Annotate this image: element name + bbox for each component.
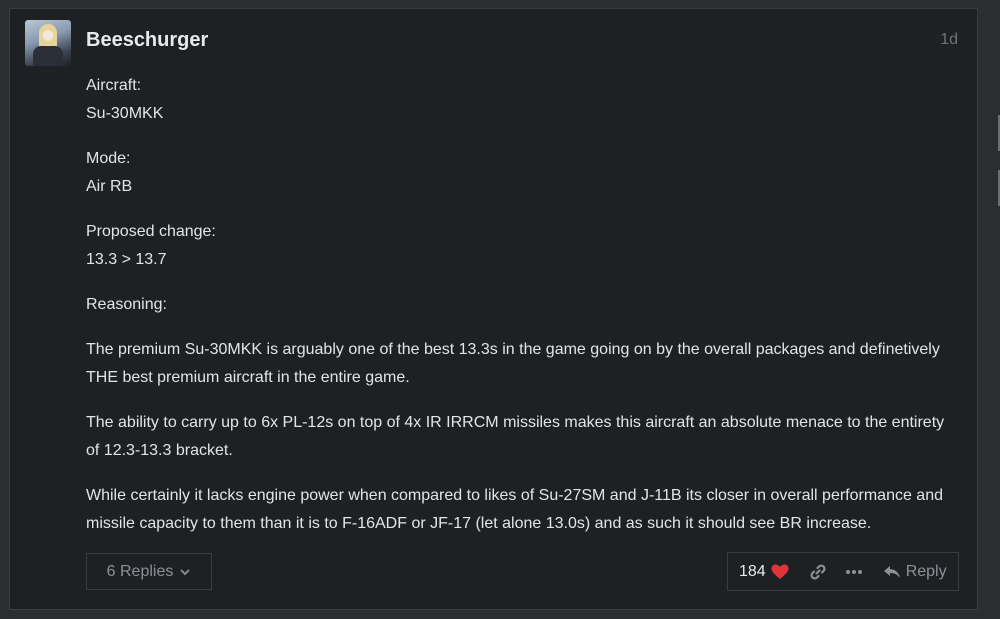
reply-arrow-icon (883, 565, 901, 579)
paragraph-aircraft: Aircraft: Su-30MKK (86, 77, 164, 122)
like-count[interactable]: 184 (739, 563, 766, 581)
forum-post: Beeschurger 1d Aircraft: Su-30MKK Mode: … (9, 8, 978, 610)
paragraph-mode: Mode: Air RB (86, 150, 133, 195)
link-icon[interactable] (809, 563, 827, 581)
replies-label: 6 Replies (106, 562, 174, 580)
paragraph-reasoning-heading: Reasoning: (86, 296, 167, 313)
username[interactable]: Beeschurger (86, 29, 208, 52)
reply-label: Reply (905, 562, 947, 580)
paragraph-reasoning-3: While certainly it lacks engine power wh… (86, 487, 943, 532)
paragraph-reasoning-2: The ability to carry up to 6x PL-12s on … (86, 414, 945, 459)
paragraph-reasoning-1: The premium Su-30MKK is arguably one of … (86, 341, 940, 386)
post-actions: 184 Reply (727, 552, 959, 591)
post-age[interactable]: 1d (940, 31, 958, 49)
chevron-down-icon (179, 566, 191, 578)
post-body: Aircraft: Su-30MKK Mode: Air RB Proposed… (86, 72, 956, 555)
avatar[interactable] (25, 20, 71, 66)
reply-button[interactable]: Reply (883, 563, 947, 581)
heart-icon[interactable] (771, 564, 789, 580)
more-icon[interactable] (845, 569, 863, 575)
paragraph-proposed-change: Proposed change: 13.3 > 13.7 (86, 223, 216, 268)
replies-button[interactable]: 6 Replies (86, 553, 212, 590)
